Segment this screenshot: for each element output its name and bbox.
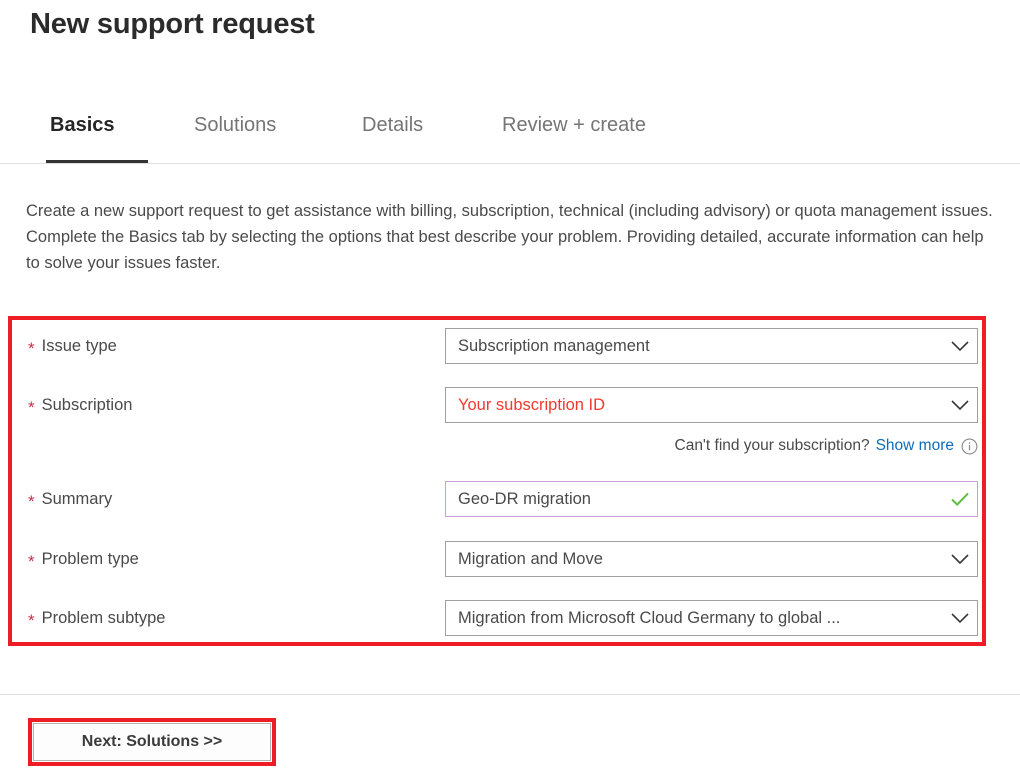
label-issue-type: * Issue type (28, 328, 117, 364)
tab-solutions-label: Solutions (194, 114, 276, 136)
tab-review-create-label: Review + create (502, 114, 646, 136)
dropdown-issue-type-value: Subscription management (446, 337, 943, 356)
required-asterisk-icon: * (28, 399, 35, 416)
dropdown-issue-type[interactable]: Subscription management (445, 328, 978, 364)
label-issue-type-text: Issue type (42, 337, 117, 356)
label-subscription-text: Subscription (42, 396, 133, 415)
tab-strip: Basics Solutions Details Review + create (0, 108, 1020, 164)
label-problem-type-text: Problem type (42, 550, 139, 569)
dropdown-problem-type-value: Migration and Move (446, 550, 943, 569)
label-problem-subtype: * Problem subtype (28, 600, 165, 636)
textbox-summary-value: Geo-DR migration (446, 490, 943, 509)
tab-active-underline (46, 160, 148, 163)
required-asterisk-icon: * (28, 340, 35, 357)
label-subscription: * Subscription (28, 387, 132, 423)
subscription-help-text: Can't find your subscription? (675, 437, 870, 455)
tab-basics-label: Basics (50, 114, 115, 136)
required-asterisk-icon: * (28, 553, 35, 570)
tab-strip-divider (0, 163, 1020, 164)
field-row-problem-subtype: * Problem subtype Migration from Microso… (0, 600, 1020, 636)
dropdown-subscription-value: Your subscription ID (446, 396, 943, 415)
required-asterisk-icon: * (28, 493, 35, 510)
tab-details-label: Details (362, 114, 423, 136)
intro-line-1: Create a new support request to get assi… (26, 198, 998, 224)
info-circle-icon[interactable] (961, 438, 978, 455)
field-row-problem-type: * Problem type Migration and Move (0, 541, 1020, 577)
dropdown-problem-subtype[interactable]: Migration from Microsoft Cloud Germany t… (445, 600, 978, 636)
subscription-help-line: Can't find your subscription? Show more (445, 434, 978, 458)
check-icon (943, 481, 977, 517)
label-summary: * Summary (28, 481, 112, 517)
footer-divider (0, 694, 1020, 695)
dropdown-problem-subtype-value: Migration from Microsoft Cloud Germany t… (446, 609, 943, 628)
field-row-issue-type: * Issue type Subscription management (0, 328, 1020, 364)
label-problem-subtype-text: Problem subtype (42, 609, 166, 628)
dropdown-subscription[interactable]: Your subscription ID (445, 387, 978, 423)
chevron-down-icon[interactable] (943, 387, 977, 423)
dropdown-problem-type[interactable]: Migration and Move (445, 541, 978, 577)
textbox-summary[interactable]: Geo-DR migration (445, 481, 978, 517)
chevron-down-icon[interactable] (943, 541, 977, 577)
tab-details[interactable]: Details (358, 108, 450, 163)
intro-line-2: Complete the Basics tab by selecting the… (26, 224, 998, 276)
field-row-subscription: * Subscription Your subscription ID (0, 387, 1020, 423)
tab-solutions[interactable]: Solutions (190, 108, 316, 163)
tab-review-create[interactable]: Review + create (498, 108, 690, 163)
show-more-link[interactable]: Show more (876, 437, 954, 455)
intro-description: Create a new support request to get assi… (26, 198, 998, 276)
field-row-summary: * Summary Geo-DR migration (0, 481, 1020, 517)
label-problem-type: * Problem type (28, 541, 139, 577)
label-summary-text: Summary (42, 490, 113, 509)
next-solutions-button[interactable]: Next: Solutions >> (33, 723, 271, 761)
chevron-down-icon[interactable] (943, 600, 977, 636)
chevron-down-icon[interactable] (943, 328, 977, 364)
tab-basics[interactable]: Basics (46, 108, 148, 163)
required-asterisk-icon: * (28, 612, 35, 629)
page-title: New support request (30, 8, 315, 41)
